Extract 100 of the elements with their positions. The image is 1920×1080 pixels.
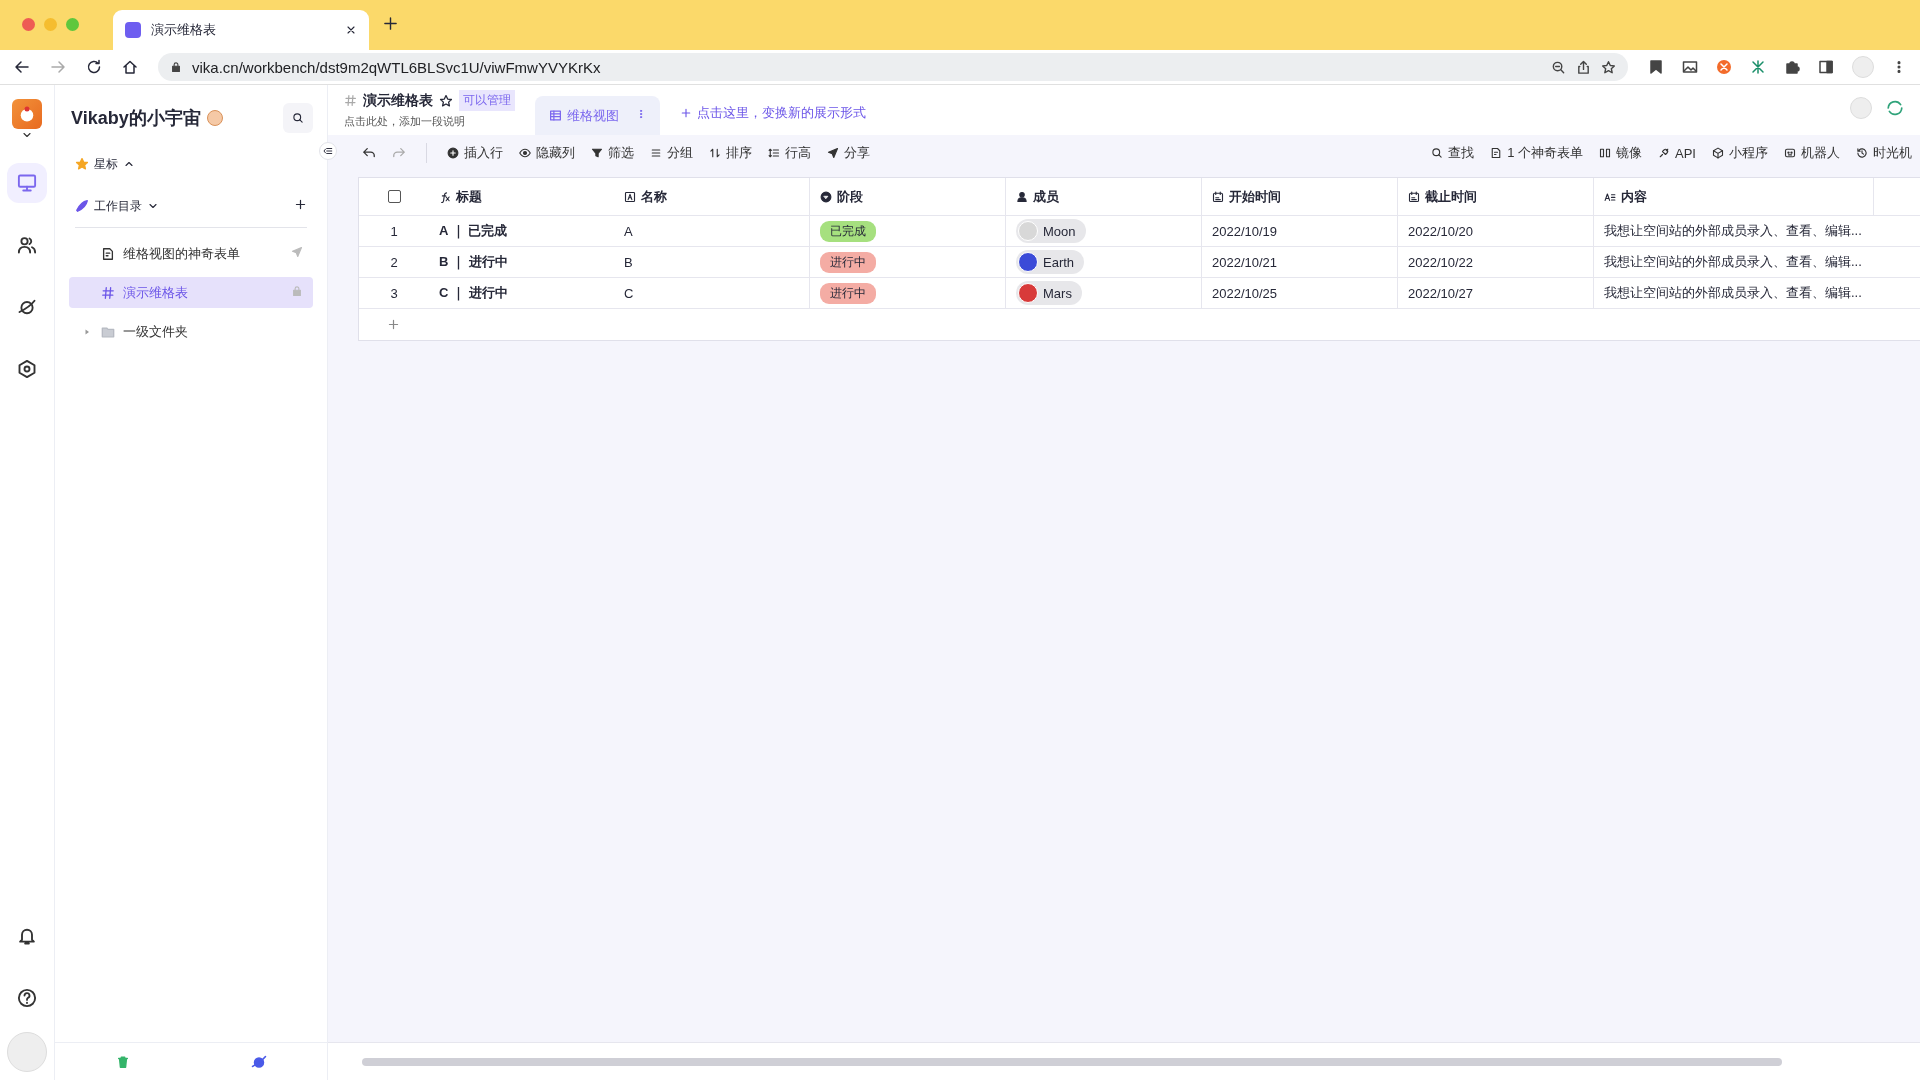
starred-section[interactable]: 星标 [75,155,135,173]
dropdown-circle-icon [820,190,832,203]
trash-icon[interactable] [116,1054,130,1069]
close-icon[interactable] [345,24,357,36]
text-field-icon [624,190,636,203]
workspace-section[interactable]: 工作目录 [75,197,159,215]
back-icon[interactable] [14,59,30,75]
toolbar-button[interactable]: 筛选 [591,144,634,162]
row-number: 1 [389,222,399,241]
toolbar-button[interactable]: 分组 [650,144,693,162]
lock-icon [291,285,303,297]
toolbar-button[interactable]: 1 个神奇表单 [1490,144,1584,162]
people-icon [17,235,37,255]
address-bar[interactable]: vika.cn/workbench/dst9m2qWTL6BLSvc1U/viwFmwYVYKrKx [158,53,1628,81]
column-header[interactable]: 内容 [1594,178,1874,215]
collapse-sidebar-button[interactable] [319,142,337,160]
person-icon [1016,190,1028,203]
plug-icon [1658,147,1671,159]
toolbar-button[interactable]: 镜像 [1599,144,1643,162]
reload-icon[interactable] [86,59,102,75]
sort-icon [709,147,721,159]
table-cell: 2022/10/21 [1202,247,1398,277]
share-icon[interactable] [1576,59,1591,75]
select-all-checkbox[interactable] [387,190,401,203]
lock-icon [170,61,182,73]
view-tab[interactable]: 维格视图 [535,96,660,135]
table-cell-text: 我想让空间站的外部成员录入、查看、编辑... [1603,284,1863,302]
workbench-button[interactable] [7,163,47,203]
table-cell: 2022/10/22 [1398,247,1594,277]
send-icon [827,147,839,159]
sidebar-item[interactable]: 演示维格表 [69,277,313,308]
toolbar-button[interactable]: 小程序 [1712,144,1768,162]
sidebar-item[interactable]: 一级文件夹 [69,316,313,347]
toolbar-button[interactable]: 排序 [709,144,752,162]
sync-icon[interactable] [1886,99,1904,117]
undo-icon[interactable] [362,146,376,160]
column-header[interactable]: 名称 [614,178,810,215]
star-icon[interactable] [439,93,453,108]
cube-icon [1712,147,1724,159]
image-icon[interactable] [1682,59,1698,75]
help-icon [17,988,37,1008]
column-header[interactable]: 开始时间 [1202,178,1398,215]
collaborator-avatar [1850,97,1872,119]
home-icon[interactable] [122,59,138,75]
eye-icon [519,147,531,159]
search-button[interactable] [283,103,313,133]
hash-icon [101,285,115,300]
filter-icon [591,147,603,159]
table-cell: 2022/10/19 [1202,216,1398,246]
table-cell: A [614,216,810,246]
toolbar-button[interactable]: 时光机 [1856,144,1912,162]
calendar-icon [1212,190,1224,203]
datasheet-title: 演示维格表 [363,91,433,110]
column-header[interactable]: 成员 [1006,178,1202,215]
table-cell-text: 我想让空间站的外部成员录入、查看、编辑... [1603,222,1863,240]
browser-tab[interactable]: 演示维格表 [113,10,369,50]
table-cell: C [614,278,810,308]
column-header[interactable]: 阶段 [810,178,1006,215]
toolbar-button[interactable]: 行高 [768,144,811,162]
hexagon-icon [17,359,37,379]
robot-icon [1784,147,1796,159]
table-cell-text: B ｜ 进行中 [438,253,509,272]
bell-icon [17,926,37,946]
member-name: Moon [1043,223,1076,239]
bookmark-icon[interactable] [1648,59,1664,75]
extension-logo-icon[interactable] [1750,59,1766,75]
function-icon [439,190,451,203]
toolbar-button[interactable]: 隐藏列 [519,144,575,162]
mirror-icon [1599,147,1612,159]
plus-icon [680,106,692,119]
planet-icon [17,297,37,317]
toolbar-button[interactable]: 插入行 [447,144,503,162]
column-header[interactable]: 标题 [429,178,614,215]
horizontal-scrollbar[interactable] [362,1057,1782,1066]
member-name: Earth [1043,254,1075,270]
add-row-icon[interactable] [387,318,400,331]
hash-icon [344,94,357,107]
send-icon [291,246,303,258]
description-text[interactable]: 点击此处，添加一段说明 [344,114,515,129]
search-icon [292,112,304,124]
x-circle-icon[interactable] [1716,59,1732,75]
zoom-icon[interactable] [1551,59,1566,75]
toolbar-button[interactable]: 查找 [1431,144,1475,162]
puzzle-icon[interactable] [1784,59,1800,75]
stage-tag: 已完成 [820,220,876,242]
sidebar-item[interactable]: 维格视图的神奇表单 [69,238,313,269]
list-icon [650,147,662,159]
column-header[interactable]: 截止时间 [1398,178,1594,215]
star-icon[interactable] [1601,59,1616,75]
folder-icon [101,324,115,339]
planet-icon[interactable] [251,1053,267,1070]
toolbar-button[interactable]: 机器人 [1784,144,1840,162]
space-logo[interactable] [12,99,42,129]
toolbar-button[interactable]: API [1658,144,1696,162]
new-tab-icon[interactable] [383,15,398,31]
table-cell-text: C ｜ 进行中 [438,284,509,303]
sidebar-icon[interactable] [1818,59,1834,75]
toolbar-button[interactable]: 分享 [827,144,870,162]
plus-icon[interactable] [294,198,307,211]
add-view-button[interactable]: 点击这里，变换新的展示形式 [680,96,866,129]
